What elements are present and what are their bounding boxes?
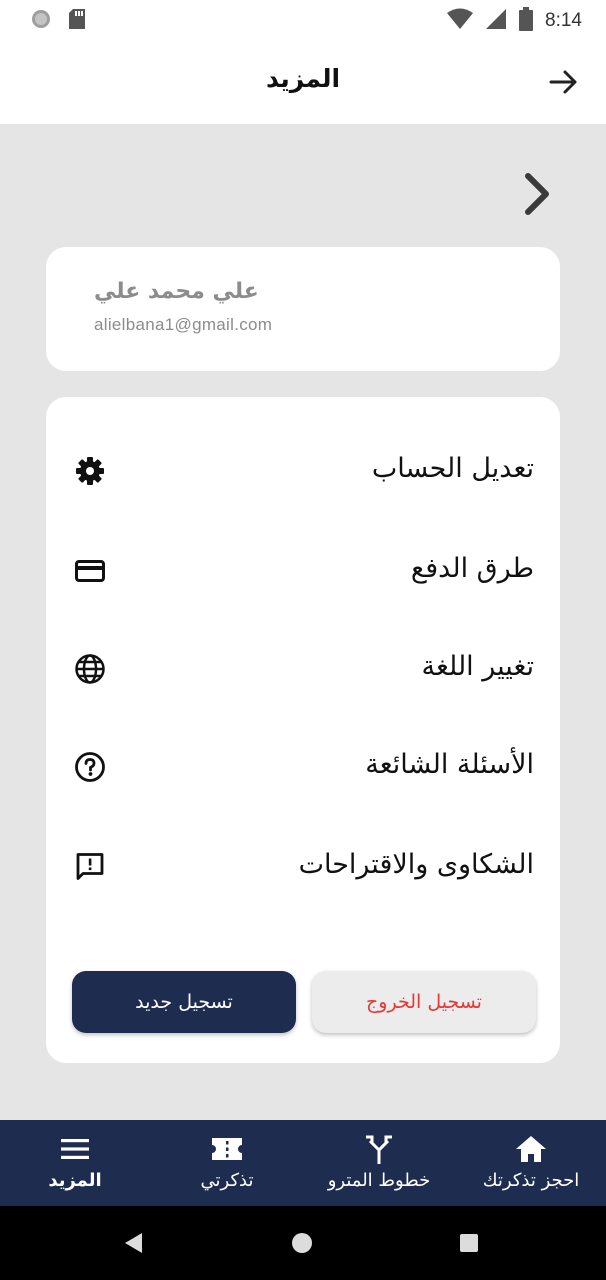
help-icon	[74, 751, 106, 783]
menu-item-label: الشكاوى والاقتراحات	[298, 849, 534, 880]
profile-name: علي محمد علي	[94, 279, 259, 304]
menu-item-payment-methods[interactable]: طرق الدفع	[46, 541, 560, 601]
home-circle-icon[interactable]	[290, 1231, 314, 1259]
nav-item-metro-lines[interactable]: خطوط المترو	[314, 1120, 444, 1206]
battery-icon	[519, 7, 534, 35]
chevron-right-icon[interactable]	[520, 170, 554, 218]
menu-item-change-language[interactable]: تغيير اللغة	[46, 639, 560, 699]
nav-label: خطوط المترو	[327, 1170, 431, 1191]
nav-label: تذكرتي	[200, 1170, 254, 1191]
status-time: 8:14	[545, 10, 582, 31]
nav-item-more[interactable]: المزيد	[10, 1120, 140, 1206]
logout-button[interactable]: تسجيل الخروج	[312, 971, 536, 1033]
back-triangle-icon[interactable]	[122, 1231, 146, 1259]
page-title: المزيد	[265, 64, 341, 93]
recents-square-icon[interactable]	[459, 1233, 479, 1257]
nav-item-book-ticket[interactable]: احجز تذكرتك	[466, 1120, 596, 1206]
nav-item-my-ticket[interactable]: تذكرتي	[162, 1120, 292, 1206]
credit-card-icon	[74, 555, 106, 587]
menu-item-faq[interactable]: الأسئلة الشائعة	[46, 737, 560, 797]
back-arrow-icon[interactable]	[546, 65, 580, 99]
app-bar: المزيد	[0, 40, 606, 124]
menu-item-label: الأسئلة الشائعة	[365, 749, 534, 780]
menu-card: تعديل الحساب طرق الدفع تغيير اللغة الأسئ…	[46, 397, 560, 1063]
menu-item-label: طرق الدفع	[410, 553, 534, 584]
globe-icon	[74, 653, 106, 685]
menu-item-complaints[interactable]: الشكاوى والاقتراحات	[46, 837, 560, 897]
system-nav-bar	[0, 1206, 606, 1280]
menu-item-label: تغيير اللغة	[421, 651, 534, 682]
gear-icon	[74, 455, 106, 487]
nav-label: المزيد	[48, 1170, 102, 1191]
wifi-icon	[447, 8, 474, 34]
menu-item-edit-account[interactable]: تعديل الحساب	[46, 441, 560, 501]
home-icon	[514, 1132, 548, 1166]
profile-card[interactable]: علي محمد علي alielbana1@gmail.com	[46, 247, 560, 371]
record-icon	[30, 8, 52, 34]
menu-icon	[58, 1132, 92, 1166]
register-button[interactable]: تسجيل جديد	[72, 971, 296, 1033]
bottom-nav: احجز تذكرتك خطوط المترو تذكرتي المزيد	[0, 1120, 606, 1206]
feedback-icon	[74, 851, 106, 883]
ticket-icon	[210, 1132, 244, 1166]
signal-icon	[485, 8, 507, 34]
fork-icon	[362, 1132, 396, 1166]
sd-card-icon	[68, 8, 86, 34]
profile-email: alielbana1@gmail.com	[94, 315, 273, 334]
nav-label: احجز تذكرتك	[482, 1170, 580, 1191]
status-bar: 8:14	[0, 0, 606, 40]
menu-item-label: تعديل الحساب	[371, 453, 534, 484]
